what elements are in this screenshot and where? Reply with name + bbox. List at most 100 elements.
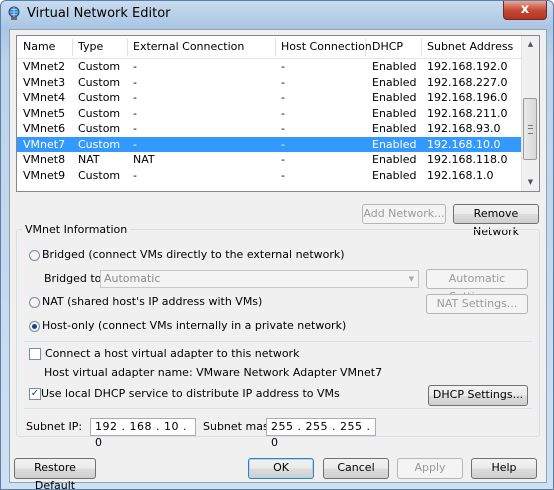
use-dhcp-label[interactable]: Use local DHCP service to distribute IP …	[41, 387, 340, 400]
help-button[interactable]: Help	[471, 458, 537, 479]
cell-name: VMnet8	[23, 153, 66, 166]
cell-subnet-address: 192.168.93.0	[427, 122, 501, 135]
chevron-down-icon: ▼	[408, 275, 414, 283]
cell-host-connection: -	[281, 75, 285, 89]
cell-external-connection: -	[133, 122, 137, 135]
nat-radio[interactable]	[29, 297, 40, 308]
cell-host-connection: -	[281, 168, 285, 182]
cell-name: VMnet6	[23, 122, 66, 135]
divider	[24, 341, 532, 342]
table-row[interactable]: VMnet9 Custom - - Enabled 192.168.1.0	[17, 168, 521, 184]
cell-host-connection: -	[281, 153, 285, 166]
column-divider[interactable]	[421, 38, 422, 56]
list-rows: VMnet2 Custom - - Enabled 192.168.192.0 VMnet3…	[17, 59, 521, 183]
automatic-settings-button[interactable]: Automatic Settings...	[426, 269, 528, 303]
host-only-radio[interactable]	[29, 321, 40, 332]
ok-button[interactable]: OK	[248, 458, 314, 479]
table-row[interactable]: VMnet5 Custom - - Enabled 192.168.211.0	[17, 106, 521, 122]
cell-external-connection: NAT	[133, 153, 155, 166]
cancel-button[interactable]: Cancel	[323, 458, 389, 479]
cell-type: Custom	[78, 106, 121, 120]
cell-subnet-address: 192.168.211.0	[427, 106, 508, 120]
cell-type: Custom	[78, 75, 121, 89]
use-dhcp-checkbox[interactable]: ✓	[29, 388, 41, 400]
cell-host-connection: -	[281, 60, 285, 73]
scroll-up-arrow-icon[interactable]: ▲	[522, 36, 539, 53]
column-divider[interactable]	[365, 38, 366, 56]
cell-host-connection: -	[281, 122, 285, 135]
divider	[24, 408, 532, 409]
column-header-host-connection[interactable]: Host Connection	[281, 36, 372, 58]
bridged-to-label: Bridged to:	[44, 272, 106, 285]
nat-settings-button[interactable]: NAT Settings...	[426, 294, 528, 314]
restore-default-button[interactable]: Restore Default	[14, 458, 96, 489]
checkmark-icon: ✓	[30, 388, 40, 399]
subnet-ip-label: Subnet IP:	[26, 420, 83, 433]
remove-network-button[interactable]: Remove Network	[453, 204, 539, 238]
column-header-external-connection[interactable]: External Connection	[133, 36, 244, 58]
cell-external-connection: -	[133, 75, 137, 89]
table-row[interactable]: VMnet3 Custom - - Enabled 192.168.227.0	[17, 75, 521, 91]
cell-subnet-address: 192.168.192.0	[427, 60, 508, 73]
column-divider[interactable]	[127, 38, 128, 56]
vertical-scrollbar[interactable]: ▲ ▼	[521, 36, 539, 191]
cell-subnet-address: 192.168.196.0	[427, 91, 508, 104]
cell-external-connection: -	[133, 60, 137, 73]
cell-external-connection: -	[133, 137, 137, 151]
cell-dhcp: Enabled	[372, 106, 417, 120]
cell-dhcp: Enabled	[372, 91, 417, 104]
column-header-subnet-address[interactable]: Subnet Address	[427, 36, 513, 58]
table-row[interactable]: VMnet6 Custom - - Enabled 192.168.93.0	[17, 121, 521, 137]
cell-type: Custom	[78, 168, 121, 182]
connect-adapter-label[interactable]: Connect a host virtual adapter to this n…	[45, 347, 299, 360]
table-row[interactable]: VMnet8 NAT NAT - Enabled 192.168.118.0	[17, 152, 521, 168]
column-header-type[interactable]: Type	[78, 36, 103, 58]
column-divider[interactable]	[72, 38, 73, 56]
cell-dhcp: Enabled	[372, 137, 417, 151]
nat-label[interactable]: NAT (shared host's IP address with VMs)	[42, 295, 262, 308]
cell-subnet-address: 192.168.118.0	[427, 153, 508, 166]
grip-icon	[528, 125, 533, 134]
network-list[interactable]: Name Type External Connection Host Conne…	[16, 35, 540, 192]
cell-subnet-address: 192.168.1.0	[427, 168, 494, 182]
cell-name: VMnet5	[23, 106, 66, 120]
column-header-name[interactable]: Name	[23, 36, 55, 58]
subnet-ip-field[interactable]: 192 . 168 . 10 . 0	[90, 418, 196, 449]
cell-name: VMnet9	[23, 168, 66, 182]
bridged-to-select[interactable]: Automatic ▼	[100, 270, 419, 288]
network-globe-icon	[8, 6, 20, 20]
cell-dhcp: Enabled	[372, 168, 417, 182]
vmnet-information-title: VMnet Information	[22, 223, 131, 236]
apply-button[interactable]: Apply	[397, 458, 463, 479]
bridged-to-value: Automatic	[104, 272, 161, 285]
cell-name: VMnet4	[23, 91, 66, 104]
adapter-name-label: Host virtual adapter name: VMware Networ…	[44, 366, 383, 379]
cell-dhcp: Enabled	[372, 75, 417, 89]
cell-external-connection: -	[133, 168, 137, 182]
connect-adapter-checkbox[interactable]	[29, 348, 41, 360]
cell-type: NAT	[78, 153, 100, 166]
table-row[interactable]: VMnet2 Custom - - Enabled 192.168.192.0	[17, 59, 521, 75]
cell-type: Custom	[78, 137, 121, 151]
cell-name: VMnet2	[23, 60, 66, 73]
add-network-button[interactable]: Add Network...	[362, 204, 446, 224]
cell-type: Custom	[78, 91, 121, 104]
subnet-mask-field[interactable]: 255 . 255 . 255 . 0	[266, 418, 376, 449]
cell-subnet-address: 192.168.10.0	[427, 137, 501, 151]
column-divider[interactable]	[275, 38, 276, 56]
table-row[interactable]: VMnet7 Custom - - Enabled 192.168.10.0	[17, 136, 521, 152]
list-header: Name Type External Connection Host Conne…	[17, 36, 521, 59]
column-header-dhcp[interactable]: DHCP	[372, 36, 403, 58]
bridged-radio[interactable]	[29, 250, 40, 261]
window-title: Virtual Network Editor	[27, 6, 171, 21]
cell-type: Custom	[78, 122, 121, 135]
scrollbar-thumb[interactable]	[523, 98, 537, 160]
dhcp-settings-button[interactable]: DHCP Settings...	[428, 385, 528, 406]
bridged-label[interactable]: Bridged (connect VMs directly to the ext…	[42, 248, 345, 261]
table-row[interactable]: VMnet4 Custom - - Enabled 192.168.196.0	[17, 90, 521, 106]
scroll-down-arrow-icon[interactable]: ▼	[522, 174, 539, 191]
host-only-label[interactable]: Host-only (connect VMs internally in a p…	[42, 319, 346, 332]
cell-name: VMnet7	[23, 137, 66, 151]
close-button[interactable]: x	[503, 1, 547, 20]
dialog-client-area: Name Type External Connection Host Conne…	[9, 29, 547, 489]
